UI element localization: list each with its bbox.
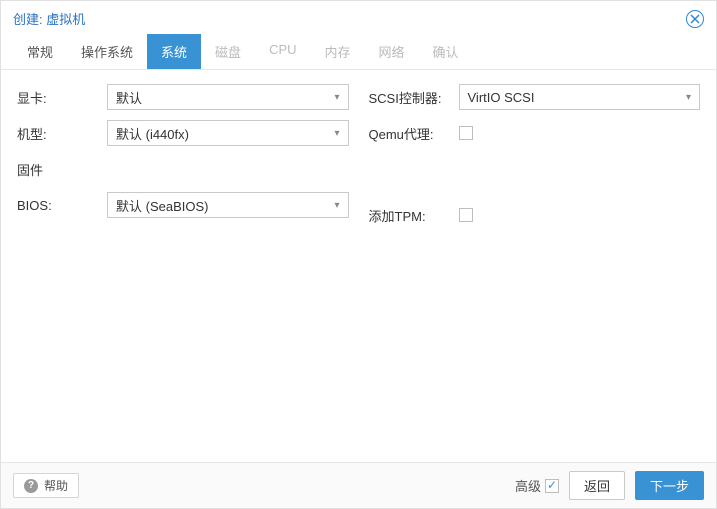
graphics-select[interactable]: 默认 ▾ bbox=[107, 84, 349, 110]
dialog-footer: ? 帮助 高级 返回 下一步 bbox=[1, 462, 716, 508]
bios-select[interactable]: 默认 (SeaBIOS) ▾ bbox=[107, 192, 349, 218]
scsi-label: SCSI控制器: bbox=[369, 88, 459, 107]
close-icon[interactable] bbox=[686, 10, 704, 28]
machine-label: 机型: bbox=[17, 124, 107, 143]
dialog-title: 创建: 虚拟机 bbox=[13, 9, 85, 28]
back-button[interactable]: 返回 bbox=[569, 471, 625, 500]
left-column: 显卡: 默认 ▾ 机型: 默认 (i440fx) ▾ 固件 BIOS: 默认 (… bbox=[17, 84, 349, 448]
next-button[interactable]: 下一步 bbox=[635, 471, 704, 500]
help-label: 帮助 bbox=[44, 477, 68, 494]
scsi-value: VirtIO SCSI bbox=[468, 90, 535, 105]
help-icon: ? bbox=[24, 479, 38, 493]
machine-value: 默认 (i440fx) bbox=[116, 124, 189, 143]
dialog-header: 创建: 虚拟机 bbox=[1, 1, 716, 34]
chevron-down-icon: ▾ bbox=[334, 128, 339, 139]
tab-memory: 内存 bbox=[311, 34, 365, 69]
tpm-label: 添加TPM: bbox=[369, 206, 459, 225]
advanced-label: 高级 bbox=[515, 476, 541, 495]
tab-confirm: 确认 bbox=[419, 34, 473, 69]
graphics-label: 显卡: bbox=[17, 88, 107, 107]
bios-label: BIOS: bbox=[17, 198, 107, 213]
chevron-down-icon: ▾ bbox=[686, 92, 691, 103]
tab-disk: 磁盘 bbox=[201, 34, 255, 69]
graphics-value: 默认 bbox=[116, 88, 142, 107]
advanced-checkbox[interactable] bbox=[545, 479, 559, 493]
tab-system[interactable]: 系统 bbox=[147, 34, 201, 69]
qemu-agent-label: Qemu代理: bbox=[369, 124, 459, 143]
chevron-down-icon: ▾ bbox=[334, 200, 339, 211]
footer-right: 高级 返回 下一步 bbox=[515, 471, 704, 500]
tab-os[interactable]: 操作系统 bbox=[67, 34, 147, 69]
chevron-down-icon: ▾ bbox=[334, 92, 339, 103]
right-column: SCSI控制器: VirtIO SCSI ▾ Qemu代理: 添加TPM: bbox=[369, 84, 701, 448]
tab-network: 网络 bbox=[365, 34, 419, 69]
help-button[interactable]: ? 帮助 bbox=[13, 473, 79, 498]
firmware-label: 固件 bbox=[17, 160, 107, 179]
tab-general[interactable]: 常规 bbox=[13, 34, 67, 69]
content-panel: 显卡: 默认 ▾ 机型: 默认 (i440fx) ▾ 固件 BIOS: 默认 (… bbox=[1, 70, 716, 462]
tab-bar: 常规 操作系统 系统 磁盘 CPU 内存 网络 确认 bbox=[1, 34, 716, 70]
qemu-agent-checkbox[interactable] bbox=[459, 126, 473, 140]
tpm-checkbox[interactable] bbox=[459, 208, 473, 222]
tab-cpu: CPU bbox=[255, 34, 310, 69]
bios-value: 默认 (SeaBIOS) bbox=[116, 196, 208, 215]
advanced-toggle[interactable]: 高级 bbox=[515, 476, 559, 495]
machine-select[interactable]: 默认 (i440fx) ▾ bbox=[107, 120, 349, 146]
scsi-select[interactable]: VirtIO SCSI ▾ bbox=[459, 84, 701, 110]
